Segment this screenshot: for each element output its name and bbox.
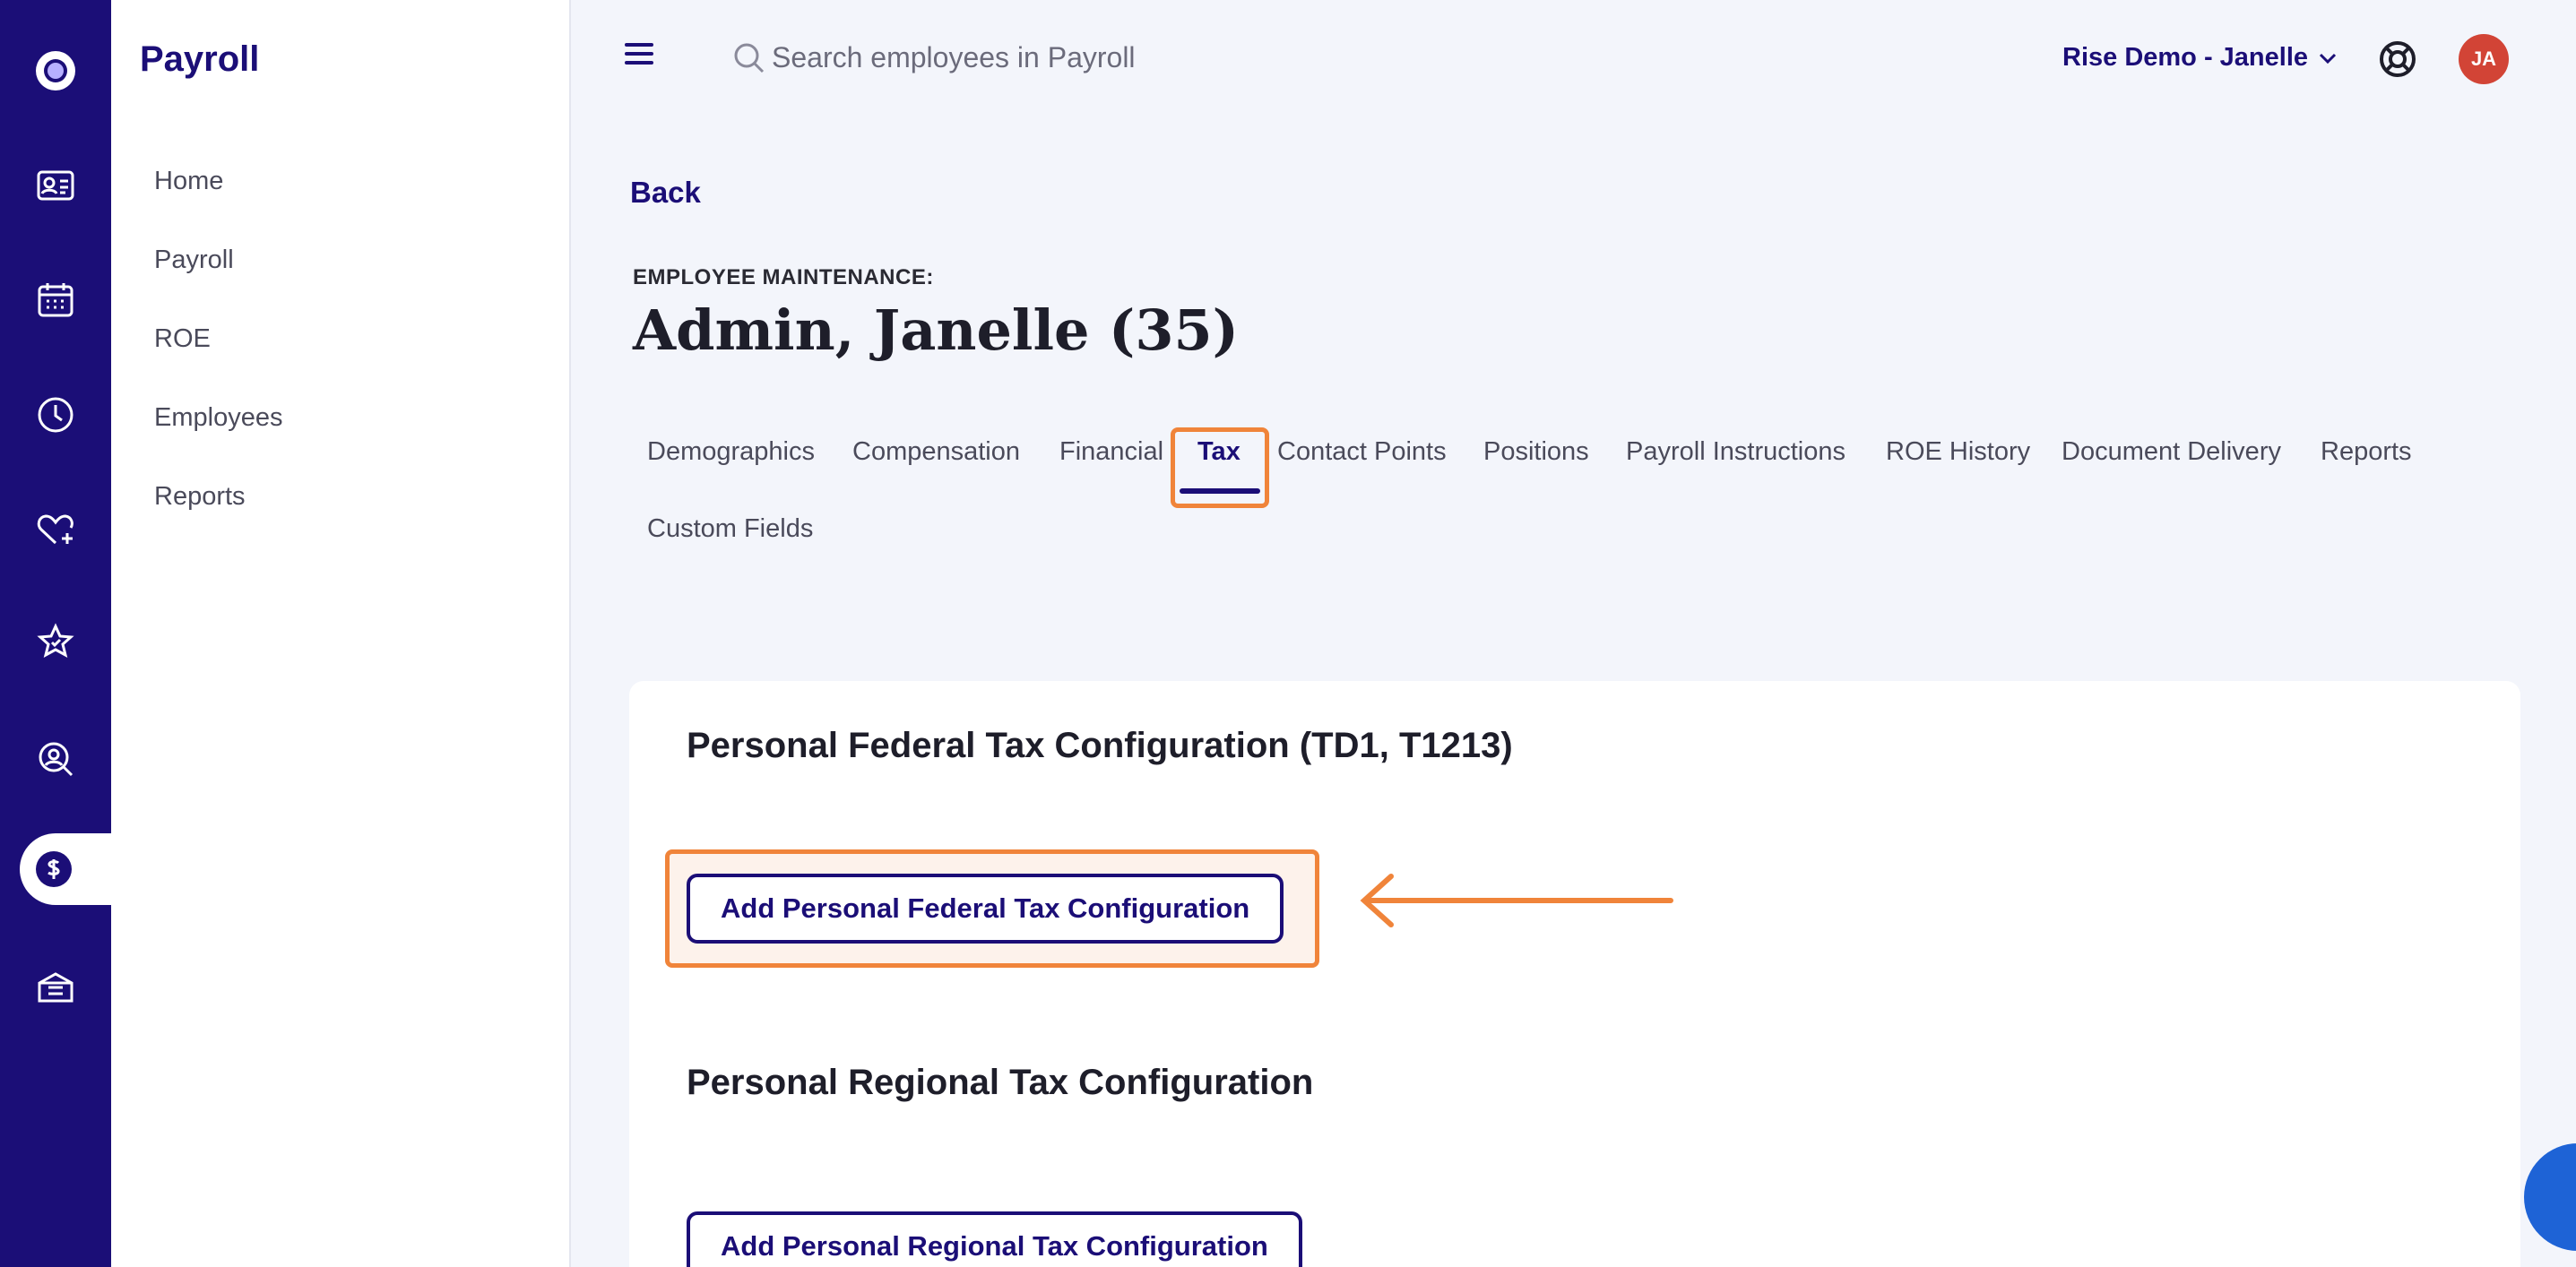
- sidebar-item-payroll[interactable]: Payroll: [154, 237, 282, 315]
- calendar-icon[interactable]: [0, 260, 111, 340]
- top-header: Search employees in Payroll Rise Demo - …: [571, 0, 2576, 116]
- sidebar-item-roe[interactable]: ROE: [154, 315, 282, 394]
- sidebar-nav: Home Payroll ROE Employees Reports: [154, 158, 282, 552]
- logo-icon[interactable]: [0, 30, 111, 111]
- tab-contact-points[interactable]: Contact Points: [1277, 437, 1447, 467]
- star-icon[interactable]: [0, 602, 111, 683]
- sidebar-item-employees[interactable]: Employees: [154, 394, 282, 473]
- chat-widget-icon[interactable]: [2524, 1143, 2576, 1251]
- tab-positions[interactable]: Positions: [1483, 437, 1589, 467]
- tab-financial[interactable]: Financial: [1059, 437, 1163, 467]
- back-link[interactable]: Back: [630, 176, 701, 210]
- dollar-icon[interactable]: [36, 851, 72, 887]
- heart-plus-icon[interactable]: [0, 489, 111, 570]
- page-title: Admin, Janelle (35): [633, 297, 1239, 363]
- tab-tax[interactable]: Tax: [1197, 437, 1240, 467]
- tab-custom-fields[interactable]: Custom Fields: [647, 514, 813, 544]
- tab-document-delivery[interactable]: Document Delivery: [2062, 437, 2281, 467]
- search-icon: [734, 43, 765, 73]
- pointer-arrow-icon: [1360, 874, 1673, 927]
- lifebuoy-help-icon[interactable]: [2378, 39, 2417, 79]
- tax-config-card: [629, 681, 2520, 1267]
- icon-rail: [0, 0, 113, 1267]
- id-card-icon[interactable]: [0, 145, 111, 226]
- add-federal-tax-button[interactable]: Add Personal Federal Tax Configuration: [687, 874, 1284, 944]
- add-regional-tax-button[interactable]: Add Personal Regional Tax Configuration: [687, 1211, 1302, 1267]
- sidebar-item-reports[interactable]: Reports: [154, 473, 282, 552]
- search-input[interactable]: Search employees in Payroll: [772, 41, 1136, 74]
- box-icon[interactable]: [0, 948, 111, 1029]
- tab-roe-history[interactable]: ROE History: [1886, 437, 2030, 467]
- regional-section-title: Personal Regional Tax Configuration: [687, 1063, 1314, 1102]
- federal-section-title: Personal Federal Tax Configuration (TD1,…: [687, 726, 1513, 765]
- active-tab-underline: [1180, 488, 1260, 494]
- tab-demographics[interactable]: Demographics: [647, 437, 815, 467]
- chevron-down-icon: [2319, 53, 2337, 64]
- hamburger-menu-icon[interactable]: [625, 43, 653, 66]
- clock-icon[interactable]: [0, 375, 111, 455]
- avatar[interactable]: JA: [2459, 34, 2509, 84]
- sidebar-title: Payroll: [140, 39, 260, 79]
- page-kicker: EMPLOYEE MAINTENANCE:: [633, 265, 934, 289]
- sidebar: Payroll Home Payroll ROE Employees Repor…: [111, 0, 571, 1267]
- account-name: Rise Demo - Janelle: [2062, 43, 2308, 72]
- tab-reports[interactable]: Reports: [2321, 437, 2412, 467]
- search-person-icon[interactable]: [0, 719, 111, 799]
- account-switcher[interactable]: Rise Demo - Janelle: [2062, 43, 2338, 73]
- sidebar-item-home[interactable]: Home: [154, 158, 282, 237]
- tab-payroll-instructions[interactable]: Payroll Instructions: [1626, 437, 1846, 467]
- tab-compensation[interactable]: Compensation: [852, 437, 1020, 467]
